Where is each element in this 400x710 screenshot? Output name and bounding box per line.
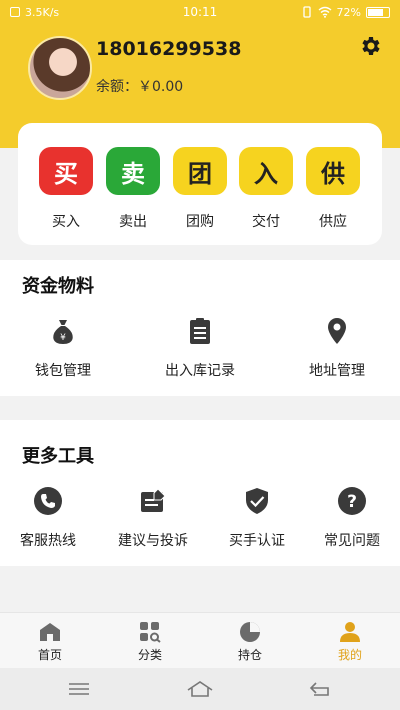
buyer-verify-button[interactable]: 买手认证 bbox=[202, 486, 312, 550]
balance-text: 余额：￥0.00 bbox=[96, 79, 184, 95]
tab-home[interactable]: 首页 bbox=[10, 621, 90, 663]
holdings-icon bbox=[240, 622, 260, 642]
faq-button[interactable]: ? 常见问题 bbox=[297, 486, 400, 550]
wifi-icon bbox=[318, 6, 331, 18]
menu-icon[interactable] bbox=[64, 678, 94, 700]
tab-category-label: 分类 bbox=[137, 648, 162, 662]
location-pin-icon bbox=[328, 318, 346, 344]
tools-title: 更多工具 bbox=[22, 446, 94, 467]
delivery-button[interactable]: 入 交付 bbox=[238, 147, 294, 231]
sell-label: 卖出 bbox=[119, 214, 147, 230]
funds-title: 资金物料 bbox=[22, 276, 94, 297]
buy-icon: 买 bbox=[39, 147, 93, 195]
avatar[interactable] bbox=[28, 36, 92, 100]
feedback-button[interactable]: 建议与投诉 bbox=[98, 486, 208, 550]
faq-label: 常见问题 bbox=[324, 533, 380, 549]
hotline-button[interactable]: 客服热线 bbox=[0, 486, 103, 550]
notification-icon bbox=[10, 7, 20, 17]
home-icon bbox=[40, 623, 60, 641]
battery-icon bbox=[366, 6, 390, 18]
tab-mine-label: 我的 bbox=[337, 648, 362, 662]
user-phone: 18016299538 bbox=[96, 38, 242, 60]
sell-button[interactable]: 卖 卖出 bbox=[105, 147, 161, 231]
tab-category[interactable]: 分类 bbox=[110, 621, 190, 663]
stock-records-label: 出入库记录 bbox=[165, 363, 235, 379]
stock-records-button[interactable]: 出入库记录 bbox=[145, 316, 255, 380]
tab-home-label: 首页 bbox=[37, 648, 62, 662]
sell-icon: 卖 bbox=[106, 147, 160, 195]
tab-mine[interactable]: 我的 bbox=[310, 621, 390, 663]
buy-button[interactable]: 买 买入 bbox=[38, 147, 94, 231]
svg-text:?: ? bbox=[347, 492, 357, 512]
group-buy-icon: 团 bbox=[173, 147, 227, 195]
group-buy-button[interactable]: 团 团购 bbox=[172, 147, 228, 231]
network-speed: 3.5K/s bbox=[25, 5, 60, 19]
phone-icon bbox=[34, 487, 62, 515]
address-manage-button[interactable]: 地址管理 bbox=[282, 316, 392, 380]
svg-text:¥: ¥ bbox=[60, 333, 66, 343]
system-nav-bar bbox=[0, 668, 400, 710]
tools-section: 更多工具 客服热线 建议与投诉 买手认证 ? 常见问题 bbox=[0, 420, 400, 566]
delivery-label: 交付 bbox=[252, 214, 280, 230]
wallet-manage-button[interactable]: ¥ 钱包管理 bbox=[8, 316, 118, 380]
user-icon bbox=[340, 622, 360, 642]
delivery-icon: 入 bbox=[239, 147, 293, 195]
buy-label: 买入 bbox=[52, 214, 80, 230]
home-nav-icon[interactable] bbox=[185, 678, 215, 700]
feedback-icon bbox=[141, 488, 166, 512]
clipboard-icon bbox=[190, 318, 210, 344]
supply-button[interactable]: 供 供应 bbox=[305, 147, 361, 231]
trade-actions-card: 买 买入 卖 卖出 团 团购 入 交付 供 供应 bbox=[18, 123, 382, 245]
tab-bar: 首页 分类 持仓 我的 bbox=[0, 612, 400, 668]
gear-icon[interactable] bbox=[358, 34, 382, 58]
tab-holdings-label: 持仓 bbox=[237, 648, 262, 662]
status-bar: 3.5K/s 10:11 72% bbox=[0, 0, 400, 24]
hotline-label: 客服热线 bbox=[20, 533, 76, 549]
shield-check-icon bbox=[246, 488, 268, 514]
supply-label: 供应 bbox=[319, 214, 347, 230]
back-icon[interactable] bbox=[306, 678, 336, 700]
battery-percent: 72% bbox=[336, 5, 361, 19]
address-manage-label: 地址管理 bbox=[309, 363, 365, 379]
vibrate-icon bbox=[302, 6, 311, 18]
category-icon bbox=[140, 622, 161, 643]
wallet-manage-label: 钱包管理 bbox=[35, 363, 91, 379]
money-bag-icon: ¥ bbox=[53, 320, 73, 344]
feedback-label: 建议与投诉 bbox=[118, 533, 188, 549]
buyer-verify-label: 买手认证 bbox=[229, 533, 285, 549]
status-left: 3.5K/s bbox=[10, 6, 59, 19]
group-buy-label: 团购 bbox=[186, 214, 214, 230]
funds-section: 资金物料 ¥ 钱包管理 出入库记录 地址管理 bbox=[0, 260, 400, 396]
tab-holdings[interactable]: 持仓 bbox=[210, 621, 290, 663]
question-icon: ? bbox=[338, 487, 366, 515]
supply-icon: 供 bbox=[306, 147, 360, 195]
status-right: 72% bbox=[301, 6, 390, 19]
